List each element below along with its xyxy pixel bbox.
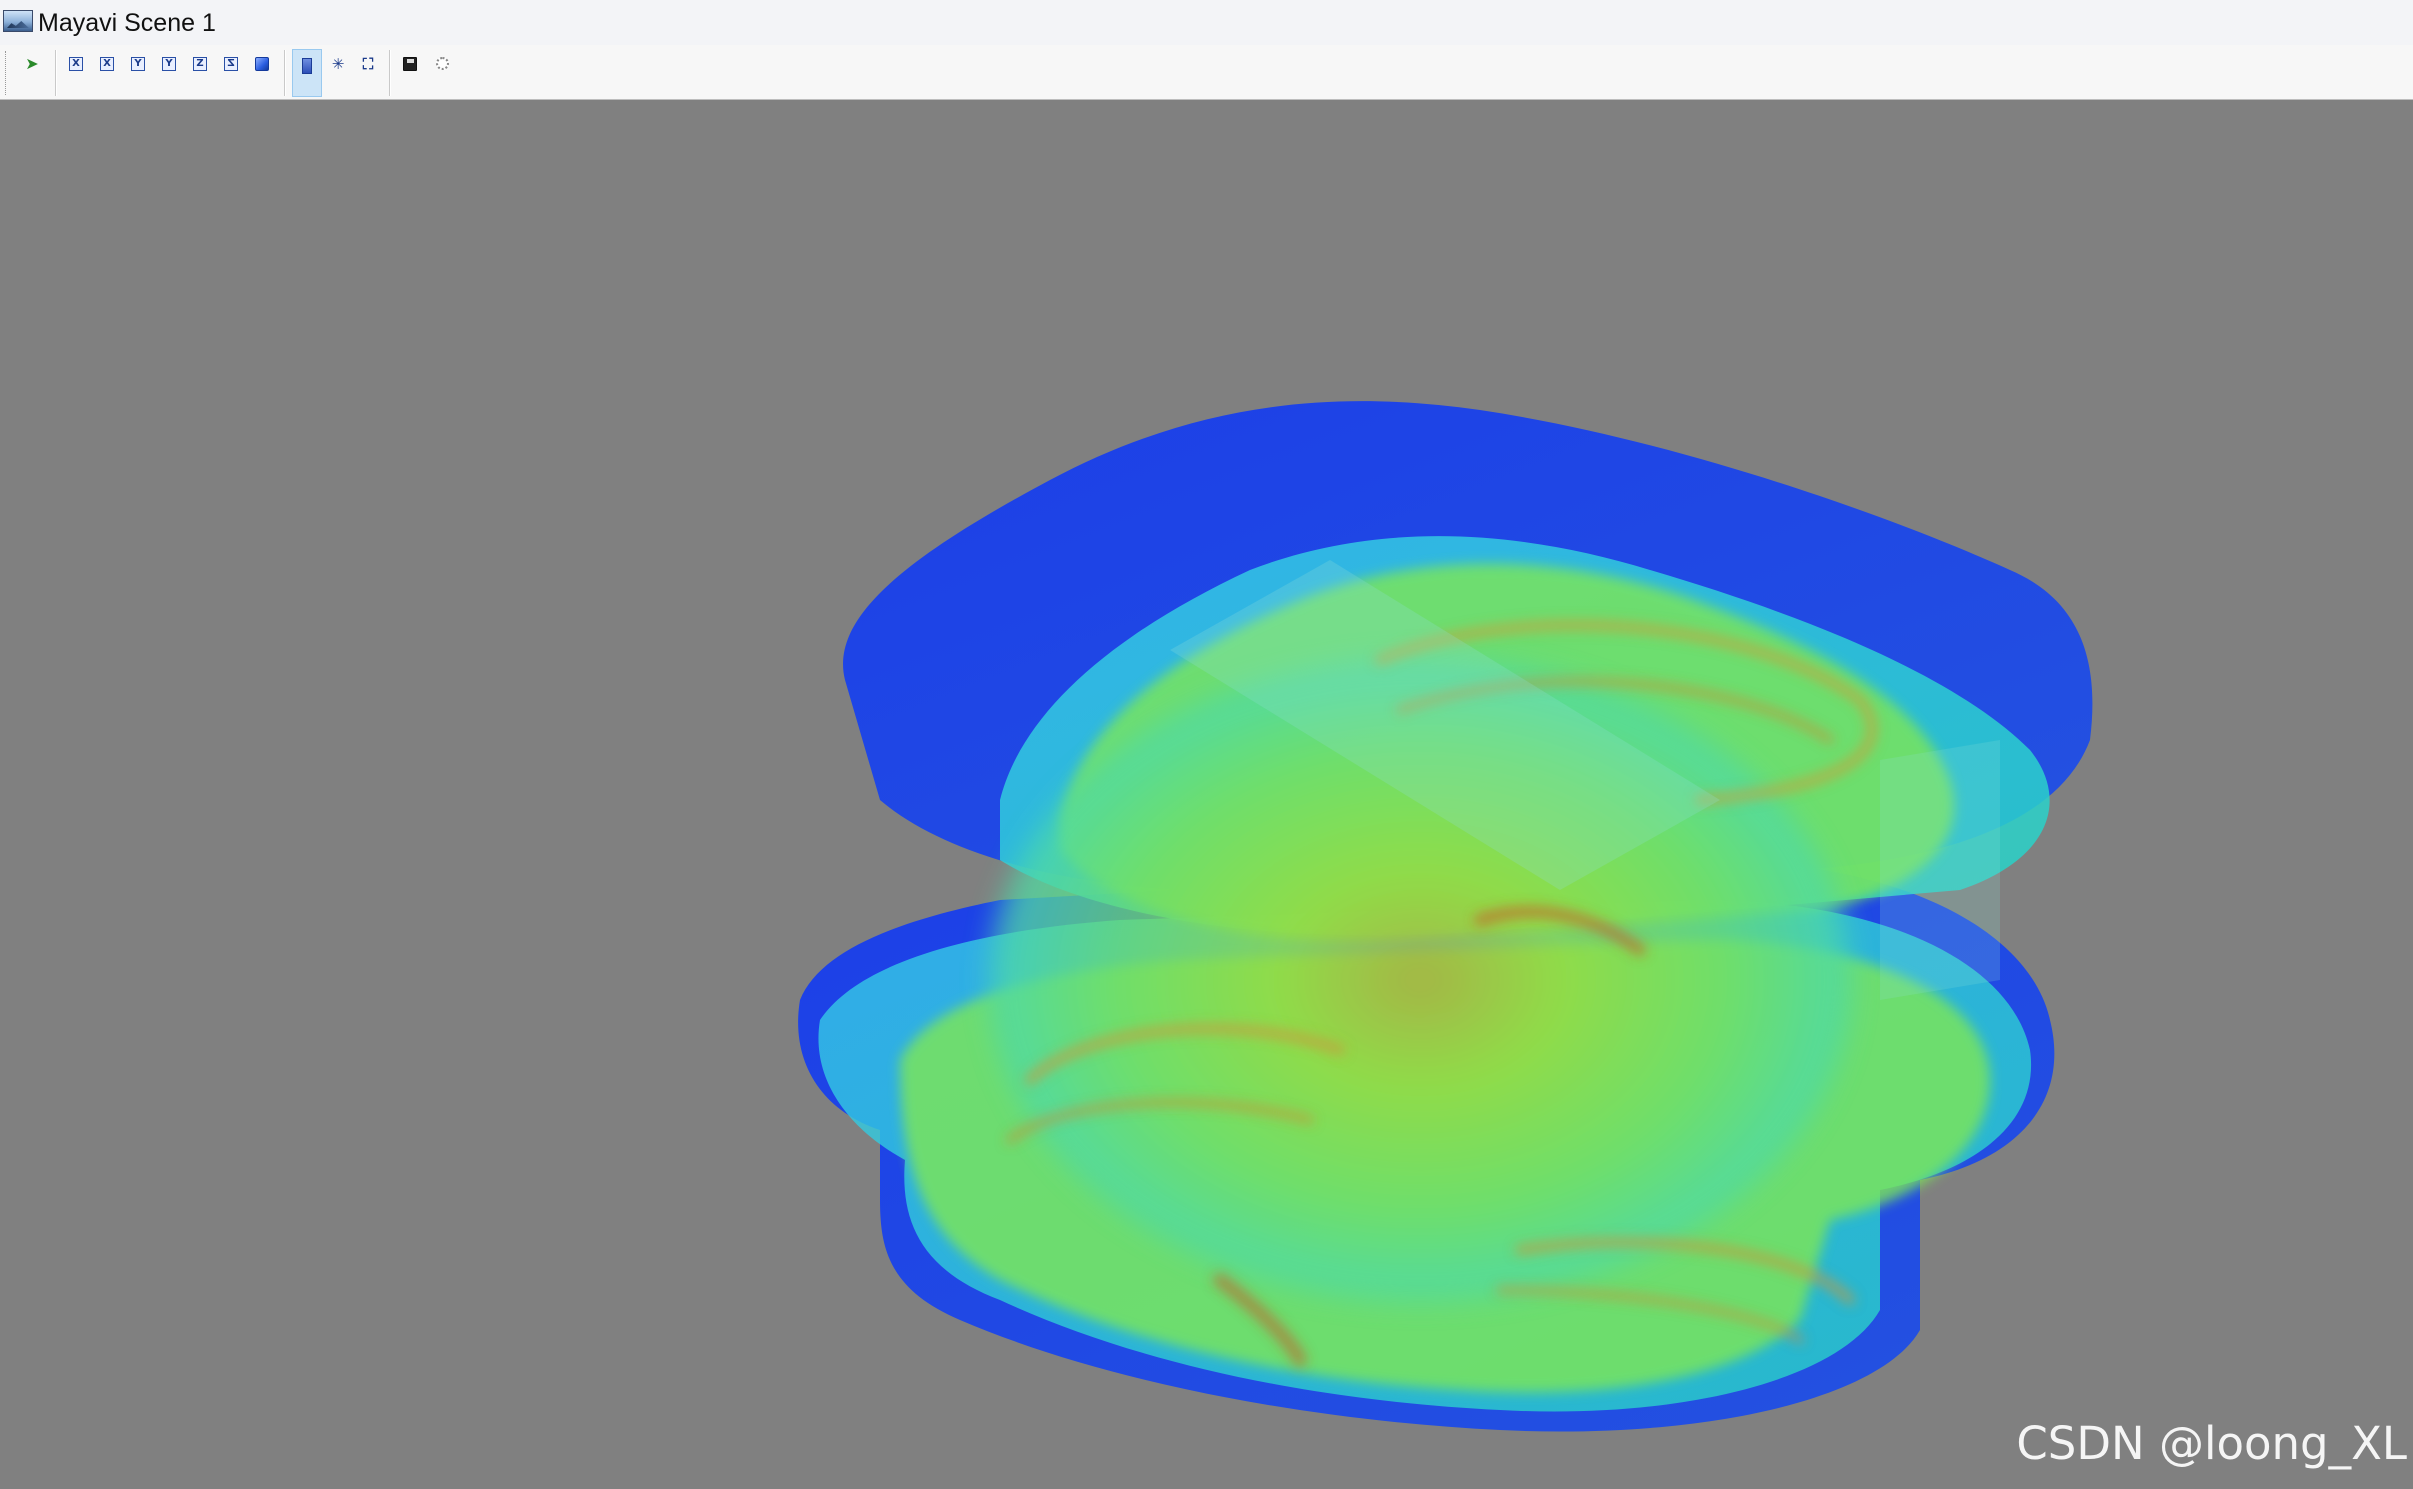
stereo-toggle-button[interactable] — [292, 49, 322, 97]
view-minus-z-button[interactable]: Z — [217, 49, 245, 97]
pick-icon: ➤ — [25, 54, 39, 73]
slice-plane — [1880, 740, 2000, 1000]
gear-icon — [435, 57, 449, 70]
view-minus-x-button[interactable]: X — [93, 49, 121, 97]
toolbar-separator — [389, 50, 391, 96]
view-minus-y-button[interactable]: Y — [155, 49, 183, 97]
axes-toggle-button[interactable]: ✳ — [324, 49, 352, 97]
save-scene-button[interactable] — [396, 49, 424, 97]
watermark: CSDN @loong_XL — [2016, 1417, 2407, 1470]
mayavi-window: Mayavi Scene 1 ➤ X X Y Y Z Z ✳ ⛶ CSDN @l… — [0, 0, 2413, 1484]
render-viewport[interactable] — [0, 100, 2413, 1484]
stereo-icon — [302, 58, 312, 74]
scene-toolbar: ➤ X X Y Y Z Z ✳ ⛶ — [0, 45, 2413, 100]
axes-icon: ✳ — [331, 55, 345, 73]
full-screen-icon: ⛶ — [362, 55, 374, 73]
pick-button[interactable]: ➤ — [18, 49, 46, 97]
full-screen-button[interactable]: ⛶ — [354, 49, 382, 97]
z-axis-icon: Z — [193, 57, 207, 71]
y-axis-icon: Y — [131, 57, 145, 71]
z-axis-reverse-icon: Z — [224, 57, 238, 71]
view-plus-y-button[interactable]: Y — [124, 49, 152, 97]
title-bar: Mayavi Scene 1 — [0, 0, 2413, 45]
volume-render — [798, 401, 2093, 1432]
isometric-cube-icon — [255, 57, 269, 71]
x-axis-icon: X — [69, 57, 83, 71]
isometric-view-button[interactable] — [248, 49, 276, 97]
y-axis-reverse-icon: Y — [162, 57, 176, 71]
toolbar-separator — [284, 50, 286, 96]
toolbar-grip[interactable] — [5, 51, 8, 95]
app-icon — [3, 10, 33, 32]
toolbar-separator — [55, 50, 57, 96]
save-icon — [403, 57, 417, 71]
x-axis-reverse-icon: X — [100, 57, 114, 71]
configure-scene-button[interactable] — [428, 49, 456, 97]
view-plus-z-button[interactable]: Z — [186, 49, 214, 97]
window-title: Mayavi Scene 1 — [38, 9, 216, 37]
view-plus-x-button[interactable]: X — [62, 49, 90, 97]
